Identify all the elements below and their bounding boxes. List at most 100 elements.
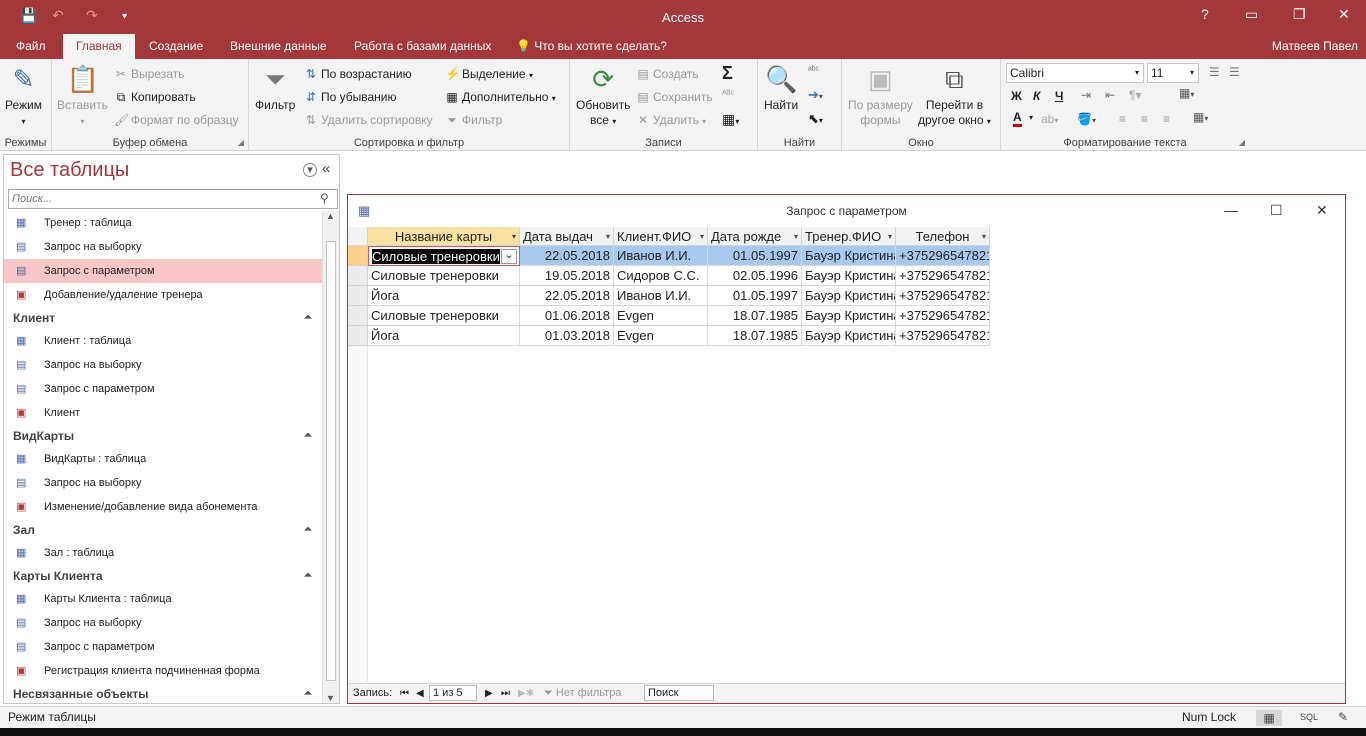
save-record-button[interactable]: ▤ Сохранить	[636, 90, 712, 104]
align-left-icon[interactable]: ≡	[1119, 112, 1126, 126]
selection-button[interactable]: ⚡ Выделение ▾	[445, 67, 533, 81]
filter-button[interactable]: ⏷ Фильтр	[255, 63, 295, 113]
nav-menu-chevron-icon[interactable]: ▾	[303, 163, 317, 177]
cut-button[interactable]: ✂ Вырезать	[114, 67, 184, 81]
font-color-icon[interactable]: A	[1013, 111, 1022, 127]
table-cell[interactable]: 22.05.2018	[520, 286, 614, 306]
highlight-icon[interactable]: ab▾	[1041, 112, 1058, 126]
nav-group-header[interactable]: Клиент ⏶	[4, 307, 322, 329]
table-cell[interactable]: Йога	[368, 286, 520, 306]
record-selector[interactable]	[348, 286, 368, 306]
table-cell[interactable]: Evgen	[614, 326, 708, 346]
table-cell[interactable]: +375296547821	[896, 326, 990, 346]
column-header[interactable]: Дата выдач ▾	[520, 227, 614, 246]
table-cell[interactable]: Бауэр Кристина	[802, 306, 896, 326]
collapse-chevron-icon[interactable]: ⏶	[304, 307, 312, 329]
delete-record-button[interactable]: ✕ Удалить ▾	[636, 113, 706, 127]
nav-item[interactable]: ▦ Тренер : таблица	[4, 211, 322, 235]
record-selector[interactable]	[348, 326, 368, 346]
new-record-button[interactable]: ▤ Создать	[636, 67, 698, 81]
copy-button[interactable]: ⧉ Копировать	[114, 90, 196, 105]
column-filter-arrow-icon[interactable]: ▾	[794, 227, 798, 245]
column-header[interactable]: Клиент.ФИО ▾	[614, 227, 708, 246]
fit-to-form-button[interactable]: ▣ По размеру формы	[848, 63, 913, 128]
nav-item[interactable]: ▣ Добавление/удаление тренера	[4, 283, 322, 307]
align-center-icon[interactable]: ≡	[1141, 112, 1148, 126]
switch-windows-button[interactable]: ⧉ Перейти в другое окно ▾	[918, 63, 991, 129]
select-icon[interactable]: ⬉▾	[808, 111, 823, 127]
ribbon-display-icon[interactable]: ▭	[1245, 6, 1258, 23]
column-filter-arrow-icon[interactable]: ▾	[888, 227, 892, 245]
underline-button[interactable]: Ч	[1055, 89, 1063, 103]
align-right-icon[interactable]: ≡	[1163, 112, 1170, 126]
paragraph-icon[interactable]: ¶▾	[1129, 88, 1141, 102]
nav-item[interactable]: ▣ Изменение/добавление вида абонемента	[4, 495, 322, 519]
table-cell[interactable]: +375296547821	[896, 266, 990, 286]
replace-icon[interactable]: ᵃᵇᶜ	[808, 65, 819, 76]
gridlines-icon[interactable]: ▦▾	[1179, 86, 1194, 100]
scroll-down-icon[interactable]: ▼	[326, 693, 335, 703]
nav-item[interactable]: ▦ ВидКарты : таблица	[4, 447, 322, 471]
table-cell[interactable]: Сидоров С.С.	[614, 266, 708, 286]
nav-group-header[interactable]: Несвязанные объекты ⏶	[4, 683, 322, 705]
previous-record-icon[interactable]: ◀	[416, 684, 424, 703]
dialog-launcher-icon[interactable]: ◢	[238, 138, 244, 147]
new-record-icon[interactable]: ▶✱	[518, 684, 534, 703]
scroll-up-icon[interactable]: ▲	[326, 211, 335, 221]
table-cell[interactable]: 19.05.2018	[520, 266, 614, 286]
table-cell[interactable]: Бауэр Кристина	[802, 266, 896, 286]
tab-create[interactable]: Создание	[149, 34, 203, 59]
nav-scrollbar[interactable]: ▲ ▼	[322, 211, 339, 703]
table-cell[interactable]: Иванов И.И.	[614, 286, 708, 306]
table-cell[interactable]: 18.07.1985	[708, 306, 802, 326]
table-cell[interactable]: 01.05.1997	[708, 286, 802, 306]
tab-file[interactable]: Файл	[16, 34, 46, 59]
table-cell[interactable]: 01.06.2018	[520, 306, 614, 326]
close-button[interactable]: ✕	[1316, 202, 1328, 219]
table-cell[interactable]: Силовые тренеровки	[368, 266, 520, 286]
nav-item[interactable]: ▤ Запрос с параметром	[4, 635, 322, 659]
dialog-launcher-icon[interactable]: ◢	[1239, 138, 1245, 147]
last-record-icon[interactable]: ⏭	[501, 684, 510, 703]
record-selector[interactable]	[348, 246, 368, 266]
nav-group-header[interactable]: Карты Клиента ⏶	[4, 565, 322, 587]
sort-descending-button[interactable]: ⇵ По убыванию	[304, 90, 397, 104]
collapse-chevron-icon[interactable]: ⏶	[304, 519, 312, 541]
find-button[interactable]: 🔍 Найти	[764, 63, 798, 113]
nav-group-header[interactable]: Зал ⏶	[4, 519, 322, 541]
maximize-button[interactable]: ☐	[1270, 202, 1283, 219]
nav-item[interactable]: ▦ Клиент : таблица	[4, 329, 322, 353]
nav-item[interactable]: ▤ Запрос с параметром	[4, 377, 322, 401]
record-selector[interactable]	[348, 306, 368, 326]
nav-item[interactable]: ▦ Карты Клиента : таблица	[4, 587, 322, 611]
table-cell[interactable]: 01.05.1997	[708, 246, 802, 266]
next-record-icon[interactable]: ▶	[485, 684, 493, 703]
column-header[interactable]: Название карты ▾	[368, 227, 520, 246]
italic-button[interactable]: К	[1033, 89, 1040, 103]
record-selector[interactable]	[348, 266, 368, 286]
table-cell[interactable]: Иванов И.И.	[614, 246, 708, 266]
scroll-thumb[interactable]	[326, 241, 336, 681]
column-filter-arrow-icon[interactable]: ▾	[606, 227, 610, 245]
restore-button[interactable]: ❐	[1293, 6, 1306, 23]
column-filter-arrow-icon[interactable]: ▾	[512, 227, 516, 245]
nav-pane-title[interactable]: Все таблицы	[10, 159, 129, 182]
table-cell[interactable]: Силовые тренеровки	[368, 306, 520, 326]
nav-item[interactable]: ▤ Запрос на выборку	[4, 611, 322, 635]
table-cell[interactable]: Йога	[368, 326, 520, 346]
tab-home[interactable]: Главная	[63, 34, 135, 59]
column-filter-arrow-icon[interactable]: ▾	[982, 227, 986, 245]
view-button[interactable]: ✎ Режим ▾	[5, 63, 42, 129]
refresh-all-button[interactable]: ⟳ Обновить все ▾	[576, 63, 630, 129]
design-view-icon[interactable]: ✎	[1338, 707, 1348, 728]
tab-external-data[interactable]: Внешние данные	[230, 34, 327, 59]
more-records-icon[interactable]: ▦▾	[722, 111, 739, 128]
nav-search-input[interactable]	[8, 189, 338, 209]
record-position-input[interactable]: 1 из 5	[429, 685, 477, 701]
datasheet-view-icon[interactable]: ▦	[1256, 710, 1282, 726]
indent-decrease-icon[interactable]: ⇤	[1105, 88, 1115, 102]
nav-item[interactable]: ▣ Регистрация клиента подчиненная форма	[4, 659, 322, 683]
close-button[interactable]: ✕	[1338, 6, 1350, 23]
toggle-filter-button[interactable]: ⏷ Фильтр	[445, 113, 502, 128]
nav-item[interactable]: ▤ Запрос с параметром	[4, 259, 322, 283]
